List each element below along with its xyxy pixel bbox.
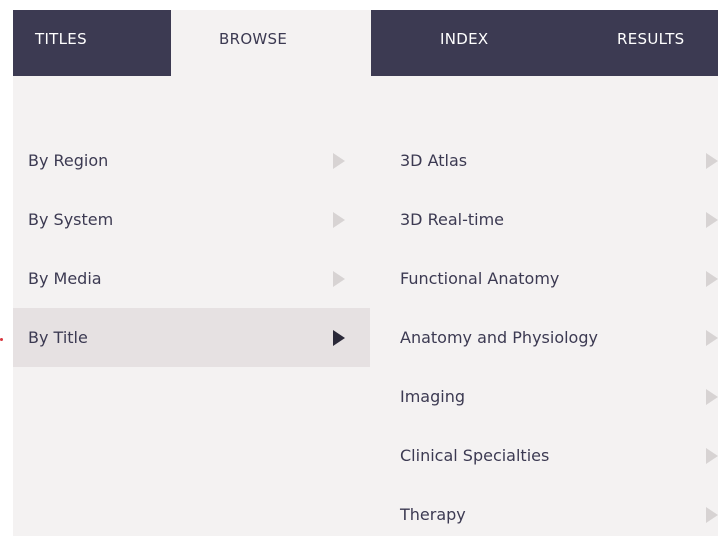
title-group-clinical-specialties[interactable]: Clinical Specialties (370, 426, 718, 485)
chevron-right-icon (706, 447, 718, 464)
title-group-3d-real-time[interactable]: 3D Real-time (370, 190, 718, 249)
title-group-label: Anatomy and Physiology (400, 328, 598, 347)
title-group-anatomy-and-physiology[interactable]: Anatomy and Physiology (370, 308, 718, 367)
browse-category-label: By System (28, 210, 114, 229)
browse-category-label: By Media (28, 269, 102, 288)
title-group-list: 3D Atlas 3D Real-time Functional Anatomy… (370, 131, 718, 536)
chevron-right-icon (706, 329, 718, 346)
chevron-right-icon (333, 152, 345, 169)
tab-index[interactable]: INDEX (371, 10, 536, 76)
chevron-right-icon (706, 388, 718, 405)
title-group-label: Clinical Specialties (400, 446, 550, 465)
tab-results[interactable]: RESULTS (536, 10, 718, 76)
tab-browse[interactable]: BROWSE (171, 10, 371, 76)
chevron-right-icon (706, 270, 718, 287)
browse-category-label: By Region (28, 151, 109, 170)
title-group-imaging[interactable]: Imaging (370, 367, 718, 426)
browse-category-by-region[interactable]: By Region (13, 131, 370, 190)
title-group-functional-anatomy[interactable]: Functional Anatomy (370, 249, 718, 308)
chevron-right-icon (333, 270, 345, 287)
browse-category-by-system[interactable]: By System (13, 190, 370, 249)
title-group-label: 3D Atlas (400, 151, 468, 170)
title-group-3d-atlas[interactable]: 3D Atlas (370, 131, 718, 190)
chevron-right-icon (706, 211, 718, 228)
title-group-label: Functional Anatomy (400, 269, 560, 288)
browse-category-by-media[interactable]: By Media (13, 249, 370, 308)
browse-category-by-title[interactable]: By Title (13, 308, 370, 367)
tab-titles[interactable]: TITLES (13, 10, 171, 76)
chevron-right-icon (333, 329, 345, 346)
edge-marker (0, 338, 3, 341)
chevron-right-icon (706, 506, 718, 523)
browse-category-label: By Title (28, 328, 88, 347)
browse-category-list: By Region By System By Media By Title (13, 131, 370, 367)
title-group-label: Therapy (400, 505, 466, 524)
chevron-right-icon (333, 211, 345, 228)
title-group-therapy[interactable]: Therapy (370, 485, 718, 536)
title-group-label: 3D Real-time (400, 210, 504, 229)
browse-screen: TITLES BROWSE INDEX RESULTS By Region By… (0, 0, 718, 536)
browse-panel: By Region By System By Media By Title 3D… (13, 76, 718, 536)
chevron-right-icon (706, 152, 718, 169)
top-tab-bar: TITLES BROWSE INDEX RESULTS (13, 10, 718, 76)
title-group-label: Imaging (400, 387, 466, 406)
